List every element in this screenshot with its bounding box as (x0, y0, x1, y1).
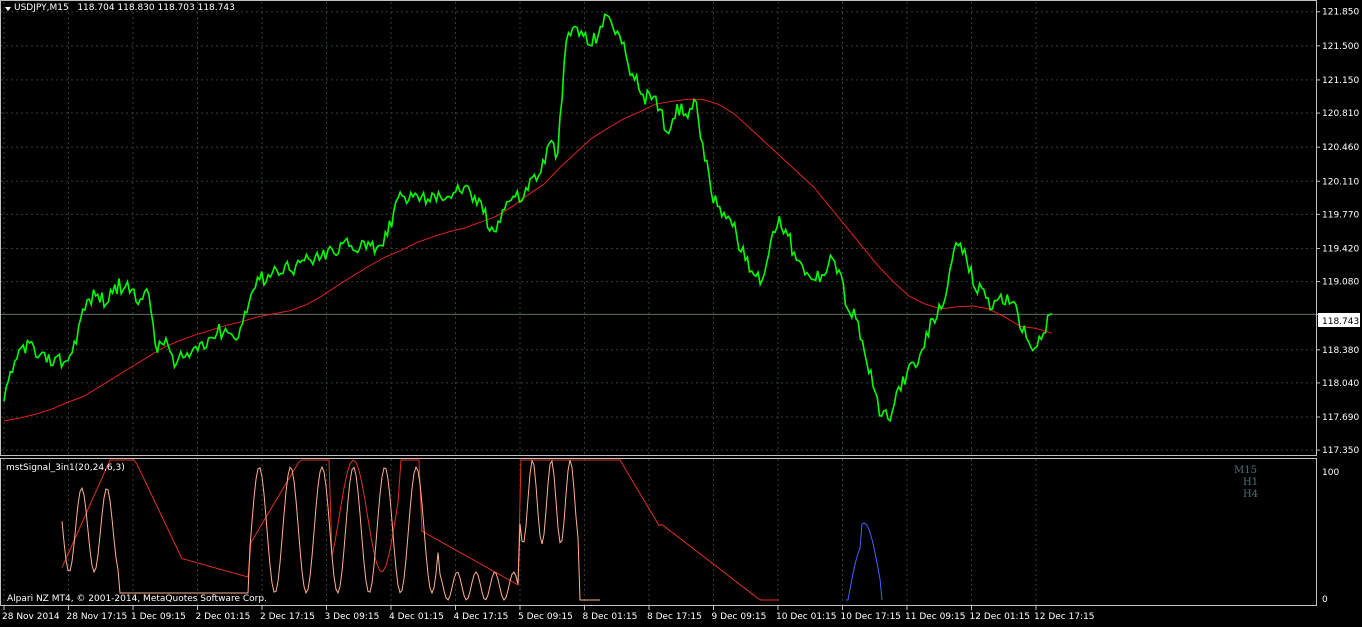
label-h1: H1 (1243, 477, 1258, 488)
price-series (3, 13, 1053, 423)
x-tick-label: 12 Dec 01:15 (970, 612, 1031, 622)
low-value: 118.703 (157, 3, 195, 13)
x-tick-label: 4 Dec 17:15 (454, 612, 509, 622)
x-tick-label: 28 Nov 17:15 (67, 612, 128, 622)
x-tick-label: 8 Dec 17:15 (647, 612, 702, 622)
x-tick-label: 10 Dec 01:15 (776, 612, 837, 622)
x-tick-label: 2 Dec 17:15 (260, 612, 315, 622)
chart-header: USDJPY,M15 118.704 118.830 118.703 118.7… (14, 3, 235, 13)
mt4-chart-window[interactable]: 121.850 121.500 121.150 120.810 120.460 120.1… (0, 0, 1362, 624)
symbol-label: USDJPY,M15 (14, 3, 69, 13)
time-axis[interactable]: 28 Nov 2014 28 Nov 17:15 1 Dec 09:15 2 Dec … (2, 606, 1095, 622)
x-tick-label: 2 Dec 01:15 (196, 612, 251, 622)
signal-h1-line (61, 459, 779, 601)
main-grid (1, 2, 1316, 455)
y-tick-label: 118.040 (1322, 379, 1359, 389)
y-tick-label: 120.460 (1322, 143, 1359, 153)
label-h4: H4 (1243, 489, 1258, 500)
label-m15: M15 (1234, 465, 1257, 476)
x-tick-label: 3 Dec 09:15 (325, 612, 380, 622)
signal-h4-line (846, 522, 883, 601)
y-tick-label: 121.850 (1322, 8, 1359, 18)
price-axis[interactable]: 121.850 121.500 121.150 120.810 120.460 120.1… (1316, 8, 1359, 456)
x-tick-label: 1 Dec 09:15 (131, 612, 186, 622)
x-tick-label: 4 Dec 01:15 (389, 612, 444, 622)
indicator-y-min: 0 (1322, 595, 1328, 605)
y-tick-label: 117.690 (1322, 413, 1359, 423)
x-tick-label: 10 Dec 17:15 (841, 612, 902, 622)
open-value: 118.704 (77, 3, 115, 13)
y-tick-label: 118.380 (1322, 346, 1359, 356)
triangle-down-icon[interactable] (5, 7, 11, 11)
high-value: 118.830 (117, 3, 155, 13)
indicator-label: mstSignal_3in1(20,24,6,3) (6, 463, 125, 473)
y-tick-label: 121.500 (1322, 42, 1359, 52)
chart-canvas[interactable]: 121.850 121.500 121.150 120.810 120.460 120.1… (0, 0, 1362, 624)
x-tick-label: 12 Dec 17:15 (1034, 612, 1095, 622)
y-tick-label: 121.150 (1322, 76, 1359, 86)
current-price-tag: 118.743 (1318, 313, 1360, 327)
y-tick-label: 117.350 (1322, 446, 1359, 456)
copyright-note: Alpari NZ MT4, © 2001-2014, MetaQuotes S… (7, 594, 267, 604)
x-tick-label: 11 Dec 09:15 (905, 612, 966, 622)
y-tick-label: 119.420 (1322, 244, 1359, 254)
y-tick-label: 119.770 (1322, 210, 1359, 220)
x-tick-label: 28 Nov 2014 (2, 612, 60, 622)
x-tick-label: 5 Dec 09:15 (518, 612, 573, 622)
indicator-y-max: 100 (1322, 468, 1339, 478)
x-tick-label: 9 Dec 09:15 (712, 612, 767, 622)
close-value: 118.743 (197, 3, 235, 13)
x-tick-label: 8 Dec 01:15 (583, 612, 638, 622)
current-price-text: 118.743 (1322, 317, 1359, 327)
y-tick-label: 120.810 (1322, 109, 1359, 119)
y-tick-label: 119.080 (1322, 278, 1359, 288)
y-tick-label: 120.110 (1322, 177, 1359, 187)
